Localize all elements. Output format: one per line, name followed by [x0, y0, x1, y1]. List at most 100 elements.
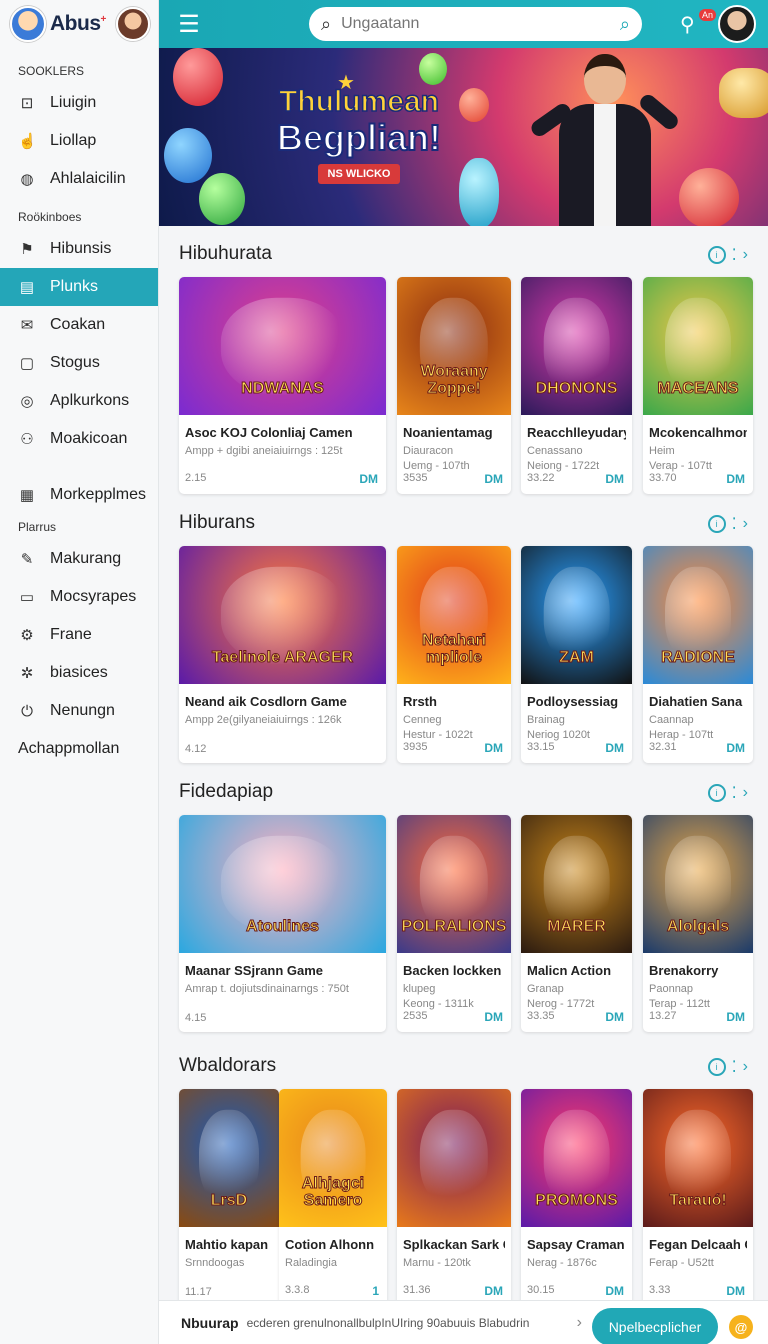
game-card[interactable]: DHONONS Reacchlleyudary Cenassano Neiong - …: [521, 277, 632, 494]
more-icon[interactable]: ⁚: [732, 783, 737, 803]
game-thumbnail[interactable]: PROMONS: [521, 1089, 632, 1227]
sidebar-item[interactable]: ▭ Mocsyrapes: [0, 578, 158, 616]
bottom-bar-text: ecderen grenulnonallbulpInUIring 90abuui…: [246, 1315, 530, 1330]
notification-badge: An: [698, 8, 716, 21]
more-icon[interactable]: ⁚: [732, 514, 737, 534]
sidebar-avatar[interactable]: [115, 7, 150, 41]
sidebar-item[interactable]: ◎ Aplkurkons: [0, 382, 158, 420]
game-card[interactable]: Splkackan Sark Granap Marnu - 120tk 31.36 D…: [397, 1089, 511, 1306]
sidebar-item[interactable]: ⊡ Liuigin: [0, 84, 158, 122]
banner-tag[interactable]: NS WLICKO: [317, 164, 401, 184]
game-thumbnail[interactable]: [397, 1089, 511, 1227]
game-card[interactable]: Netahari mpliole Rrsth Cenneg Hestur - 1022…: [397, 546, 511, 763]
game-tag[interactable]: DM: [726, 741, 745, 755]
sidebar-item[interactable]: ☝ Liollap: [0, 122, 158, 160]
game-thumbnail[interactable]: ZAM: [521, 546, 632, 684]
game-thumbnail[interactable]: DHONONS: [521, 277, 632, 415]
sidebar-item[interactable]: ⚙ Frane: [0, 616, 158, 654]
game-thumbnail[interactable]: Alolgals: [643, 815, 753, 953]
chevron-right-icon[interactable]: ›: [743, 515, 748, 533]
notification-icon[interactable]: ⚲ An: [680, 8, 716, 37]
game-card[interactable]: LrsD Mahtio kapan Srnndoogas 11.17: [179, 1089, 279, 1306]
chevron-right-icon[interactable]: ›: [743, 1058, 748, 1076]
game-card[interactable]: POLRALIONS Backen lockken klupeg Keong - 13…: [397, 815, 511, 1032]
game-tag[interactable]: DM: [484, 1284, 503, 1298]
user-avatar[interactable]: [718, 5, 756, 43]
game-card[interactable]: Atoulines Maanar SSjrann Game Amrap t. doj…: [179, 815, 386, 1032]
game-thumbnail[interactable]: Atoulines: [179, 815, 386, 953]
info-icon[interactable]: i: [707, 784, 726, 802]
game-thumbnail[interactable]: Taelinole ARAGER: [179, 546, 386, 684]
game-card[interactable]: ZAM Podloysessiag Brainag Neriog 1020t 33.15…: [521, 546, 632, 763]
game-rating: 4.12: [185, 743, 207, 755]
game-tag[interactable]: DM: [484, 1010, 503, 1024]
more-icon[interactable]: ⁚: [732, 1057, 737, 1077]
card-footer: 33.22 DM: [527, 472, 624, 486]
game-card[interactable]: NDWANAS Asoc KOJ Colonliaj Camen Ampp + dg…: [179, 277, 386, 494]
more-icon[interactable]: ⁚: [732, 245, 737, 265]
game-card[interactable]: Woraany Zoppe! Noanientamag Diauracon Uemg …: [397, 277, 511, 494]
game-tag[interactable]: DM: [484, 472, 503, 486]
sidebar-footer-item[interactable]: Achappmollan: [0, 730, 158, 768]
sidebar-item[interactable]: ◍ Ahlalaicilin: [0, 160, 158, 198]
game-card[interactable]: Taelinole ARAGER Neand aik Cosdlorn Game A…: [179, 546, 386, 763]
brand-name[interactable]: Abus+: [50, 12, 106, 36]
chevron-right-icon[interactable]: ›: [577, 1314, 582, 1332]
chevron-right-icon[interactable]: ›: [743, 784, 748, 802]
game-tag[interactable]: DM: [726, 1010, 745, 1024]
game-thumbnail[interactable]: MACEANS: [643, 277, 753, 415]
brand-mark: +: [100, 14, 107, 25]
game-card[interactable]: RADIONE Diahatien Sana Caannap Herap - 107t…: [643, 546, 753, 763]
card-meta: Fegan Delcaah Gramap Ferap - U52tt: [643, 1227, 753, 1272]
sidebar-item-grid[interactable]: ▦ Morkepplmes: [0, 476, 158, 514]
game-tag[interactable]: DM: [605, 1284, 624, 1298]
game-card[interactable]: Alhjagci Samero Cotion Alhonn Raladingia 3.…: [279, 1089, 387, 1306]
game-tag[interactable]: 1: [372, 1284, 379, 1298]
search-input[interactable]: [341, 15, 620, 33]
game-tag[interactable]: DM: [605, 1010, 624, 1024]
game-subtitle: Caannap: [649, 714, 694, 726]
game-title: Podloysessiag: [527, 694, 619, 709]
info-icon[interactable]: i: [707, 246, 726, 264]
game-tag[interactable]: DM: [726, 472, 745, 486]
sidebar-item-label: Achappmollan: [18, 740, 120, 757]
game-tag[interactable]: DM: [726, 1284, 745, 1298]
game-thumbnail[interactable]: Tarauó!: [643, 1089, 753, 1227]
sidebar-item[interactable]: ✎ Makurang: [0, 540, 158, 578]
sidebar-item[interactable]: ✲ biasices: [0, 654, 158, 692]
game-thumbnail[interactable]: Netahari mpliole: [397, 546, 511, 684]
game-thumbnail[interactable]: NDWANAS: [179, 277, 386, 415]
chevron-right-icon[interactable]: ›: [743, 246, 748, 264]
game-thumbnail[interactable]: RADIONE: [643, 546, 753, 684]
search-submit-icon[interactable]: ⌕: [620, 14, 630, 35]
game-subtitle: Paonnap: [649, 983, 694, 995]
game-card[interactable]: Alolgals Brenakorry Paonnap Terap - 112tt 13…: [643, 815, 753, 1032]
coin-icon[interactable]: @: [729, 1315, 753, 1339]
game-tag[interactable]: DM: [359, 472, 378, 486]
game-card[interactable]: Tarauó! Fegan Delcaah Gramap Ferap - U52tt…: [643, 1089, 753, 1306]
bottom-action-button[interactable]: Npelbecplicher: [592, 1308, 718, 1344]
info-icon[interactable]: i: [707, 515, 726, 533]
game-thumbnail[interactable]: Alhjagci Samero: [279, 1089, 387, 1227]
sidebar-item[interactable]: ▤ Plunks: [0, 268, 158, 306]
game-tag[interactable]: DM: [484, 741, 503, 755]
sidebar-item[interactable]: ⏻ Nenungn: [0, 692, 158, 730]
game-card[interactable]: MACEANS Mcokencalhmom Heim Verap - 107tt 33.…: [643, 277, 753, 494]
game-thumbnail[interactable]: POLRALIONS: [397, 815, 511, 953]
game-thumbnail[interactable]: LrsD: [179, 1089, 279, 1227]
game-thumbnail[interactable]: Woraany Zoppe!: [397, 277, 511, 415]
game-card[interactable]: PROMONS Sapsay Craman Nerag - 1876c 30.15 DM: [521, 1089, 632, 1306]
info-icon[interactable]: i: [707, 1058, 726, 1076]
game-tag[interactable]: DM: [605, 472, 624, 486]
sidebar-item[interactable]: ⚇ Moakicoan: [0, 420, 158, 458]
menu-icon[interactable]: ☰: [159, 0, 219, 48]
sidebar-item[interactable]: ▢ Stogus: [0, 344, 158, 382]
game-card[interactable]: MARER Malicn Action Granap Nerog - 1772t 33.…: [521, 815, 632, 1032]
sidebar-item[interactable]: ✉ Coakan: [0, 306, 158, 344]
game-thumbnail[interactable]: MARER: [521, 815, 632, 953]
promo-banner[interactable]: ★ Thulumean Begplian! NS WLICKO: [159, 48, 768, 226]
game-tag[interactable]: DM: [605, 741, 624, 755]
game-title: Splkackan Sark Granap: [403, 1237, 505, 1252]
sidebar-item[interactable]: ⚑ Hibunsis: [0, 230, 158, 268]
sidebar: Abus+ SOOKLERS ⊡ Liuigin ☝ Liollap ◍ Ahlalaic…: [0, 0, 159, 1344]
